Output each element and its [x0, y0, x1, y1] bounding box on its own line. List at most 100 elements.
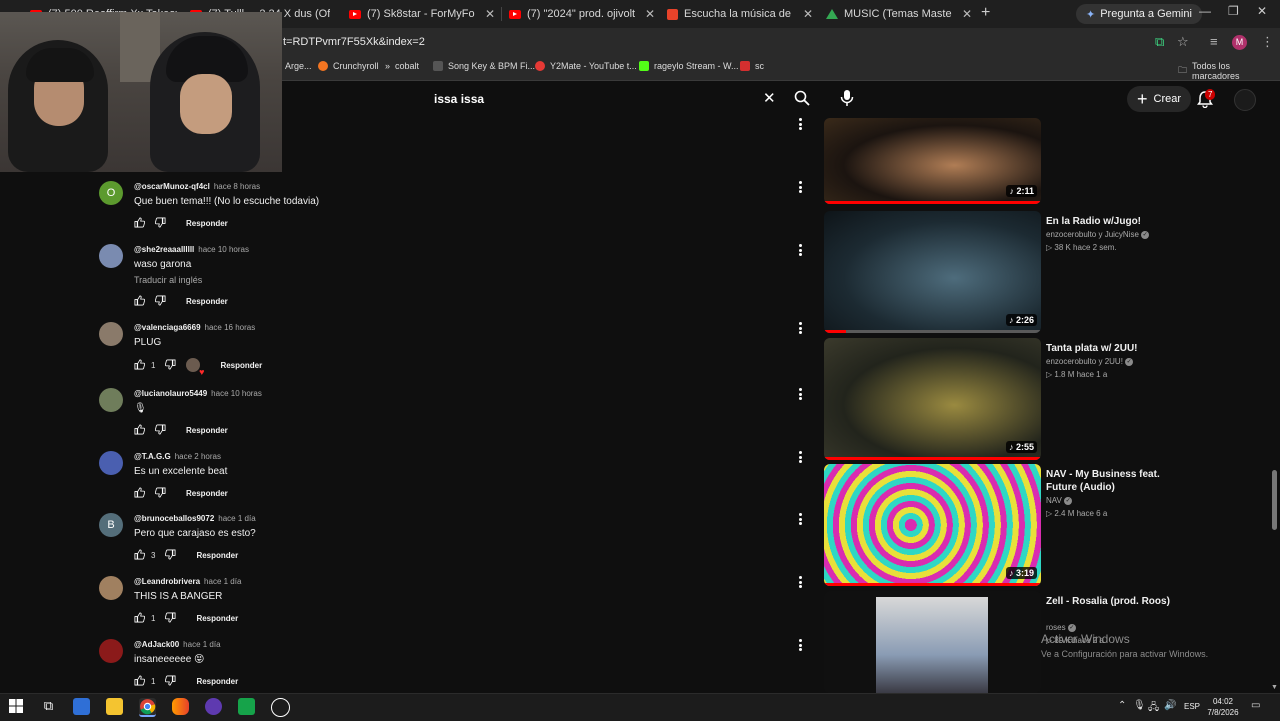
profile-avatar[interactable]: M: [1232, 35, 1247, 50]
bookmark-star-icon[interactable]: ☆: [1177, 34, 1189, 50]
video-channel[interactable]: NAV ✓: [1046, 496, 1073, 505]
video-title[interactable]: En la Radio w/Jugo!: [1046, 215, 1186, 228]
scroll-down-arrow-icon[interactable]: ▼: [1271, 684, 1278, 691]
brave-browser-icon[interactable]: [172, 698, 189, 715]
app-icon[interactable]: [205, 698, 222, 715]
video-channel[interactable]: roses ✓: [1046, 623, 1076, 632]
video-thumbnail[interactable]: ♪ 2:26: [824, 211, 1041, 333]
comment-menu-icon[interactable]: [796, 451, 804, 463]
comment-author[interactable]: @Leandrobrivera: [134, 577, 200, 586]
dislike-icon[interactable]: [165, 675, 176, 688]
scrollbar-thumb[interactable]: [1272, 470, 1277, 530]
bookmark-item[interactable]: » cobalt: [385, 61, 419, 71]
input-language[interactable]: ESP: [1184, 702, 1200, 711]
ask-gemini-button[interactable]: ✦ Pregunta a Gemini: [1076, 4, 1202, 24]
reply-button[interactable]: Responder: [186, 489, 228, 498]
account-avatar[interactable]: [1234, 89, 1256, 111]
comment-time[interactable]: hace 10 horas: [211, 389, 262, 398]
comment-menu-icon[interactable]: [796, 639, 804, 651]
channel-name[interactable]: NAV: [1046, 496, 1062, 505]
video-thumbnail[interactable]: ♪ 2:55: [824, 338, 1041, 460]
search-icon[interactable]: [794, 90, 810, 106]
create-button[interactable]: + Crear: [1127, 86, 1192, 112]
restore-icon[interactable]: ❐: [1228, 4, 1239, 18]
reply-button[interactable]: Responder: [186, 426, 228, 435]
comment-avatar[interactable]: B: [99, 513, 123, 537]
dislike-icon[interactable]: [165, 359, 176, 372]
channel-name[interactable]: enzocerobulto y 2UU!: [1046, 357, 1123, 366]
volume-icon[interactable]: 🔊: [1164, 700, 1176, 711]
media-control-icon[interactable]: ≡: [1210, 34, 1218, 49]
like-icon[interactable]: [134, 549, 146, 562]
new-tab-button[interactable]: +: [981, 4, 990, 22]
notification-center-icon[interactable]: ▭: [1251, 700, 1260, 711]
comment-avatar[interactable]: O: [99, 181, 123, 205]
browser-tab[interactable]: (7) Sk8star - ForMyFolks (Offici... ✕: [349, 5, 495, 23]
like-icon[interactable]: [134, 295, 146, 308]
comment-menu-icon[interactable]: [796, 513, 804, 525]
reply-button[interactable]: Responder: [186, 219, 228, 228]
like-icon[interactable]: [134, 675, 146, 688]
chrome-icon[interactable]: [139, 698, 156, 717]
like-icon[interactable]: [134, 612, 146, 625]
minimize-icon[interactable]: —: [1199, 4, 1211, 18]
close-tab-icon[interactable]: ✕: [803, 7, 813, 21]
like-icon[interactable]: [134, 217, 146, 230]
file-explorer-icon[interactable]: [106, 698, 123, 715]
comment-avatar[interactable]: [99, 322, 123, 346]
comment-author[interactable]: @oscarMunoz-qf4cl: [134, 182, 210, 191]
music-app-icon[interactable]: [238, 698, 255, 715]
comment-menu-icon[interactable]: [796, 388, 804, 400]
bookmark-item[interactable]: Y2Mate - YouTube t...: [535, 61, 637, 71]
comment-time[interactable]: hace 2 horas: [175, 452, 221, 461]
bookmark-item[interactable]: Crunchyroll: [318, 61, 379, 71]
like-icon[interactable]: [134, 359, 146, 372]
reply-button[interactable]: Responder: [220, 361, 262, 370]
store-app-icon[interactable]: [73, 698, 90, 715]
url-field[interactable]: t=RDTPvmr7F55Xk&index=2: [283, 36, 425, 48]
bookmark-item[interactable]: Song Key & BPM Fi...: [433, 61, 535, 71]
video-channel[interactable]: enzocerobulto y JuicyNise ✓: [1046, 230, 1150, 239]
comment-menu-icon[interactable]: [796, 181, 804, 193]
comment-menu-icon[interactable]: [796, 118, 804, 130]
comment-author[interactable]: @brunoceballos9072: [134, 514, 214, 523]
like-icon[interactable]: [134, 424, 146, 437]
dislike-icon[interactable]: [165, 612, 176, 625]
bookmark-item[interactable]: Arge...: [285, 61, 312, 71]
reply-button[interactable]: Responder: [196, 551, 238, 560]
dislike-icon[interactable]: [154, 487, 166, 500]
comment-avatar[interactable]: [99, 244, 123, 268]
close-tab-icon[interactable]: ✕: [645, 7, 655, 21]
bookmark-item[interactable]: sc: [740, 61, 764, 71]
comment-author[interactable]: @lucianolauro5449: [134, 389, 207, 398]
close-tab-icon[interactable]: ✕: [485, 7, 495, 21]
translate-icon[interactable]: ⧉: [1155, 34, 1164, 50]
dislike-icon[interactable]: [165, 549, 176, 562]
comment-time[interactable]: hace 10 horas: [198, 245, 249, 254]
comment-avatar[interactable]: [99, 388, 123, 412]
tray-expand-icon[interactable]: ⌃: [1118, 700, 1126, 711]
comment-avatar[interactable]: [99, 451, 123, 475]
microphone-icon[interactable]: [839, 89, 855, 107]
dislike-icon[interactable]: [154, 295, 166, 308]
menu-kebab-icon[interactable]: ⋮: [1261, 34, 1274, 50]
comment-time[interactable]: hace 1 día: [218, 514, 255, 523]
reply-button[interactable]: Responder: [186, 297, 228, 306]
dislike-icon[interactable]: [154, 217, 166, 230]
browser-tab[interactable]: (7) "2024" prod. ojivolta, earlon... ✕: [509, 5, 655, 23]
microphone-tray-icon[interactable]: 🎙: [1133, 700, 1146, 711]
like-icon[interactable]: [134, 487, 146, 500]
comment-avatar[interactable]: [99, 639, 123, 663]
channel-name[interactable]: roses: [1046, 623, 1066, 632]
translate-link[interactable]: Traducir al inglés: [134, 275, 202, 285]
video-thumbnail[interactable]: [824, 591, 1041, 693]
video-title[interactable]: Tanta plata w/ 2UU!: [1046, 342, 1186, 355]
dislike-icon[interactable]: [154, 424, 166, 437]
video-title[interactable]: Zell - Rosalia (prod. Roos): [1046, 595, 1186, 608]
bookmark-item[interactable]: rageylo Stream - W...: [639, 61, 739, 71]
comment-avatar[interactable]: [99, 576, 123, 600]
close-tab-icon[interactable]: ✕: [962, 7, 972, 21]
comment-author[interactable]: @AdJack00: [134, 640, 179, 649]
comment-menu-icon[interactable]: [796, 322, 804, 334]
task-view-icon[interactable]: ⧉: [40, 698, 57, 715]
